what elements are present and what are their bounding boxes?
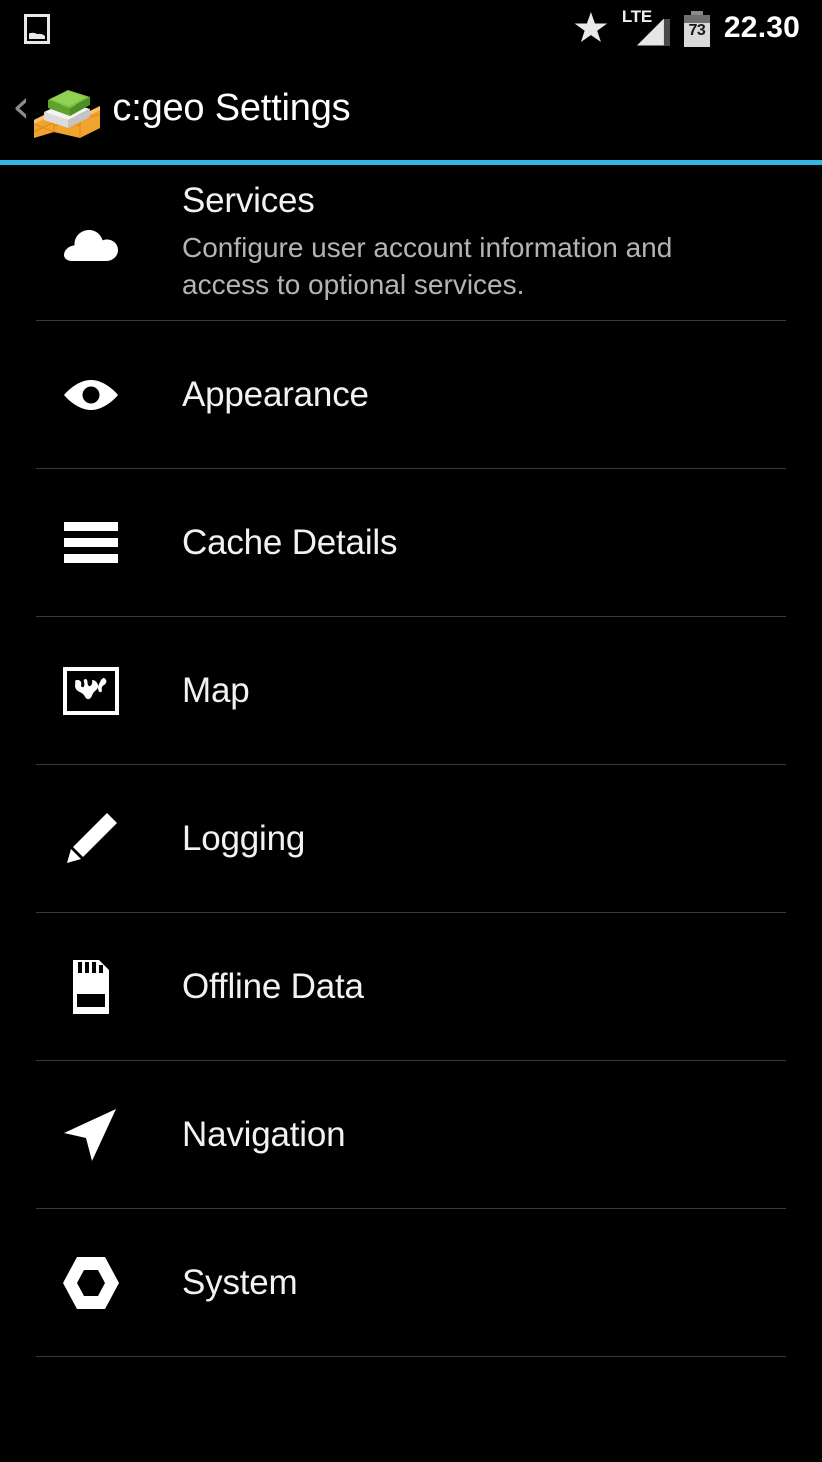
map-icon bbox=[36, 666, 146, 715]
eye-icon bbox=[36, 376, 146, 414]
settings-row-map[interactable]: Map bbox=[0, 617, 822, 764]
settings-list: Services Configure user account informat… bbox=[0, 165, 822, 1357]
settings-row-summary: Configure user account information and a… bbox=[182, 231, 673, 301]
title-bar: ‹ c:geo Settings bbox=[0, 57, 822, 160]
status-bar-right: LTE 73 22.30 bbox=[574, 6, 800, 47]
settings-row-logging[interactable]: Logging bbox=[0, 765, 822, 912]
settings-row-text: Offline Data bbox=[146, 967, 786, 1006]
status-bar-left bbox=[24, 13, 50, 44]
page-title: c:geo Settings bbox=[112, 87, 351, 129]
settings-row-title: Appearance bbox=[182, 374, 369, 414]
list-icon bbox=[36, 519, 146, 567]
battery-icon: 73 bbox=[683, 10, 710, 47]
hex-nut-icon bbox=[36, 1255, 146, 1311]
settings-row-title: Offline Data bbox=[182, 966, 364, 1006]
settings-row-cache-details[interactable]: Cache Details bbox=[0, 469, 822, 616]
settings-row-text: Appearance bbox=[146, 375, 786, 414]
settings-row-text: System bbox=[146, 1263, 786, 1302]
settings-row-services[interactable]: Services Configure user account informat… bbox=[0, 165, 822, 320]
cloud-icon bbox=[36, 223, 146, 263]
status-bar-clock: 22.30 bbox=[723, 10, 800, 44]
settings-row-appearance[interactable]: Appearance bbox=[0, 321, 822, 468]
settings-row-offline-data[interactable]: Offline Data bbox=[0, 913, 822, 1060]
star-icon bbox=[574, 12, 608, 43]
photo-icon bbox=[24, 13, 50, 44]
settings-row-navigation[interactable]: Navigation bbox=[0, 1061, 822, 1208]
settings-row-text: Services Configure user account informat… bbox=[146, 181, 786, 303]
network-type-label: LTE bbox=[621, 6, 652, 26]
pencil-icon bbox=[36, 811, 146, 867]
settings-row-title: Logging bbox=[182, 818, 306, 858]
signal-icon: LTE bbox=[621, 6, 670, 47]
settings-row-title: Services bbox=[182, 181, 315, 221]
row-divider bbox=[36, 1356, 786, 1357]
settings-row-text: Logging bbox=[146, 819, 786, 858]
settings-row-text: Map bbox=[146, 671, 786, 710]
settings-row-title: System bbox=[182, 1262, 298, 1302]
status-bar: LTE 73 22.30 bbox=[0, 0, 822, 57]
navigation-arrow-icon bbox=[36, 1107, 146, 1163]
settings-row-system[interactable]: System bbox=[0, 1209, 822, 1356]
battery-percent-label: 73 bbox=[688, 21, 706, 39]
settings-row-title: Navigation bbox=[182, 1114, 346, 1154]
signal-bars-inactive bbox=[663, 18, 670, 46]
settings-row-title: Cache Details bbox=[182, 522, 398, 562]
settings-row-title: Map bbox=[182, 670, 250, 710]
settings-row-text: Navigation bbox=[146, 1115, 786, 1154]
settings-row-text: Cache Details bbox=[146, 523, 786, 562]
sd-card-icon bbox=[36, 958, 146, 1016]
cgeo-logo-icon[interactable] bbox=[28, 76, 106, 142]
